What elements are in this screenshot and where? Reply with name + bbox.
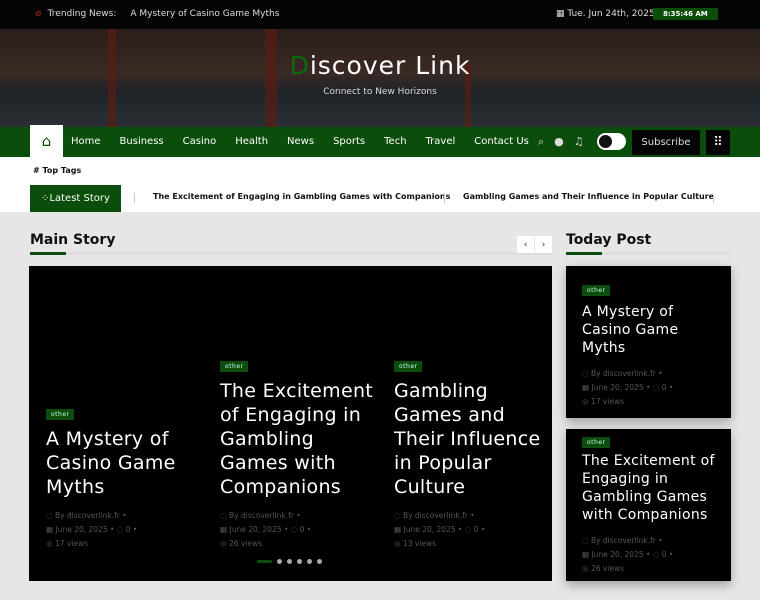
ticker-item[interactable]: The Excitement of Engaging in Gambling G… bbox=[153, 192, 450, 201]
post-meta: ◌ By discoverlink.fr • ▦ June 20, 2025 • … bbox=[220, 511, 312, 548]
main-nav: ⌂ Home Business Casino Health News Sport… bbox=[0, 125, 760, 157]
top-tags-label: # Top Tags bbox=[33, 166, 82, 175]
nav-travel[interactable]: Travel bbox=[426, 136, 456, 147]
prev-arrow-icon[interactable]: ‹ bbox=[517, 236, 534, 253]
grid-menu-icon[interactable]: ⠿ bbox=[706, 130, 730, 155]
category-badge[interactable]: other bbox=[582, 437, 611, 448]
today-post-heading: Today Post bbox=[566, 232, 652, 248]
title-text: iscover Link bbox=[309, 51, 471, 80]
post-title[interactable]: The Excitement of Engaging in Gambling G… bbox=[582, 452, 715, 524]
category-badge[interactable]: other bbox=[394, 361, 423, 372]
slider-dot[interactable] bbox=[287, 559, 292, 564]
slide[interactable]: other Gambling Games and Their Influence… bbox=[394, 353, 554, 551]
slider-dot[interactable] bbox=[297, 559, 302, 564]
today-post-card[interactable]: other The Excitement of Engaging in Gamb… bbox=[566, 429, 731, 581]
trending-news: 🔥︎ Trending News: A Mystery of Casino Ga… bbox=[35, 9, 279, 19]
post-title[interactable]: A Mystery of Casino Game Myths bbox=[582, 303, 715, 357]
trending-link[interactable]: A Mystery of Casino Game Myths bbox=[130, 9, 279, 19]
nav-news[interactable]: News bbox=[287, 136, 314, 147]
calendar-icon: ▦ bbox=[556, 9, 568, 19]
nav-health[interactable]: Health bbox=[235, 136, 268, 147]
dark-mode-toggle[interactable] bbox=[597, 133, 626, 150]
site-title[interactable]: Discover Link bbox=[0, 51, 760, 80]
tagline: Connect to New Horizons bbox=[323, 87, 437, 97]
slide[interactable]: other The Excitement of Engaging in Gamb… bbox=[220, 353, 380, 551]
nav-casino[interactable]: Casino bbox=[183, 136, 217, 147]
slide-title[interactable]: A Mystery of Casino Game Myths bbox=[46, 427, 206, 499]
main-story-slider: other A Mystery of Casino Game Myths ◌ B… bbox=[29, 266, 552, 581]
search-icon[interactable]: ⌕ bbox=[538, 135, 544, 149]
main-story-heading: Main Story bbox=[30, 232, 116, 248]
nav-home[interactable]: Home bbox=[71, 136, 101, 147]
ticker-item[interactable]: Gambling Games and Their Influence in Po… bbox=[463, 192, 714, 201]
slide-title[interactable]: Gambling Games and Their Influence in Po… bbox=[394, 379, 554, 499]
slide-title[interactable]: The Excitement of Engaging in Gambling G… bbox=[220, 379, 380, 499]
category-badge[interactable]: other bbox=[46, 409, 75, 420]
tag-bar: # Top Tags ⁘ Latest Story The Excitement… bbox=[0, 157, 760, 212]
latest-story-label: ⁘ Latest Story bbox=[30, 185, 121, 212]
bell-icon[interactable]: ♫ bbox=[574, 135, 584, 149]
nav-tech[interactable]: Tech bbox=[384, 136, 406, 147]
today-post-card[interactable]: other A Mystery of Casino Game Myths ◌ B… bbox=[566, 266, 731, 418]
post-meta: ◌ By discoverlink.fr • ▦ June 20, 2025 • … bbox=[582, 369, 674, 406]
spinner-icon: ⁘ bbox=[41, 193, 50, 204]
post-meta: ◌ By discoverlink.fr • ▦ June 20, 2025 • … bbox=[394, 511, 486, 548]
clock: 8:35:46 AM bbox=[653, 8, 718, 20]
slider-dot[interactable] bbox=[257, 560, 272, 563]
category-badge[interactable]: other bbox=[220, 361, 249, 372]
header-banner: Discover Link Connect to New Horizons bbox=[0, 29, 760, 127]
nav-sports[interactable]: Sports bbox=[333, 136, 365, 147]
flame-icon: 🔥︎ bbox=[35, 9, 42, 19]
slider-dot[interactable] bbox=[317, 559, 322, 564]
title-initial: D bbox=[289, 51, 310, 80]
next-arrow-icon[interactable]: › bbox=[535, 236, 552, 253]
trending-label: Trending News: bbox=[47, 9, 117, 19]
post-meta: ◌ By discoverlink.fr • ▦ June 20, 2025 • … bbox=[582, 536, 674, 573]
subscribe-button[interactable]: Subscribe bbox=[632, 130, 700, 155]
top-bar: 🔥︎ Trending News: A Mystery of Casino Ga… bbox=[0, 0, 760, 29]
current-date: ▦ Tue. Jun 24th, 2025 bbox=[556, 9, 655, 19]
slide[interactable]: other A Mystery of Casino Game Myths ◌ B… bbox=[46, 401, 206, 551]
slider-dots bbox=[257, 559, 322, 564]
nav-contact[interactable]: Contact Us bbox=[474, 136, 529, 147]
post-meta: ◌ By discoverlink.fr • ▦ June 20, 2025 • … bbox=[46, 511, 138, 548]
category-badge[interactable]: other bbox=[582, 285, 611, 296]
home-icon[interactable]: ⌂ bbox=[30, 125, 63, 157]
user-icon[interactable]: ● bbox=[554, 135, 564, 149]
nav-business[interactable]: Business bbox=[120, 136, 164, 147]
slider-dot[interactable] bbox=[277, 559, 282, 564]
slider-dot[interactable] bbox=[307, 559, 312, 564]
menu: Home Business Casino Health News Sports … bbox=[71, 136, 529, 147]
date-text: Tue. Jun 24th, 2025 bbox=[567, 9, 655, 19]
